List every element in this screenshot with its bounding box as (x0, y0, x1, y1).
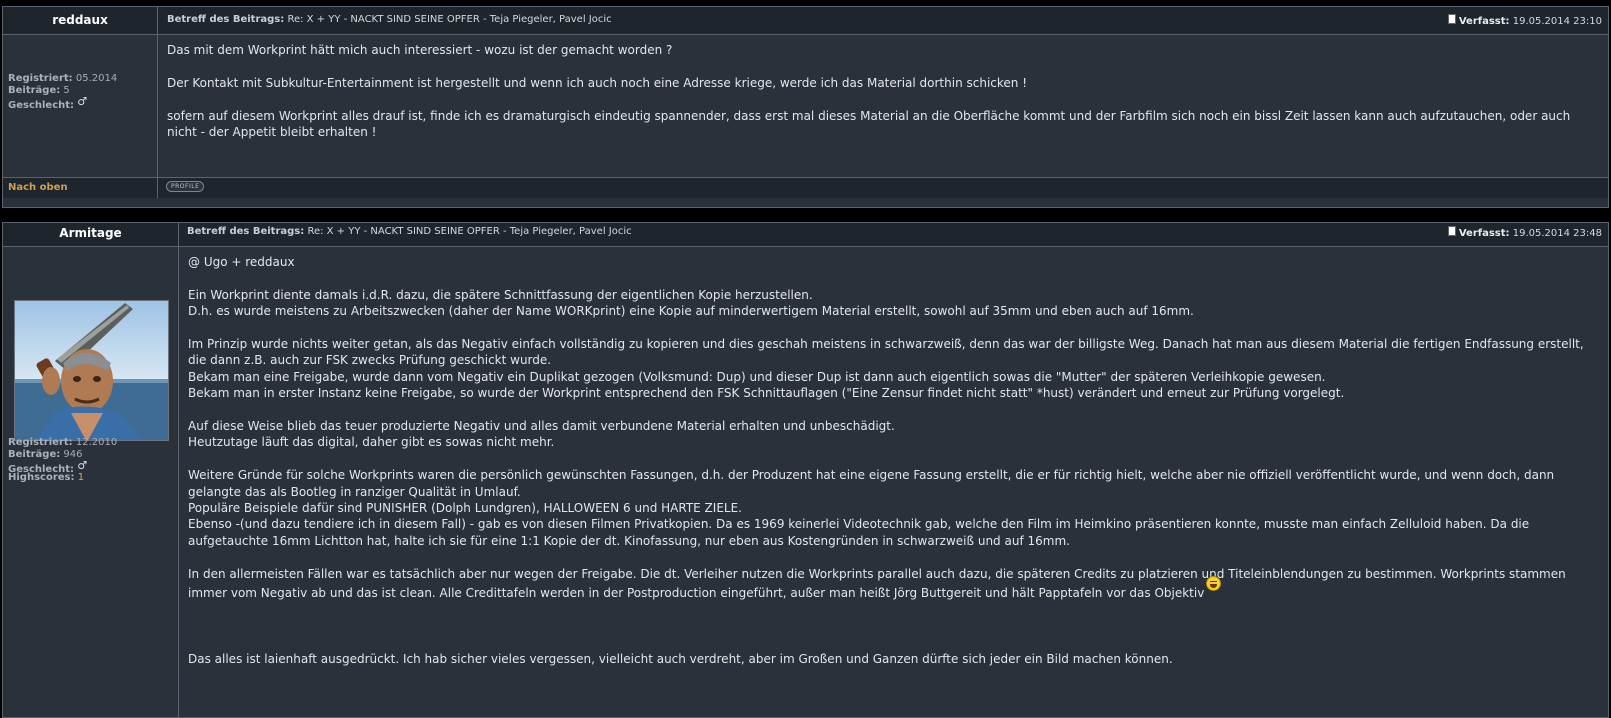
message-line: Auf diese Weise blieb das teuer produzie… (188, 419, 895, 434)
registered-value: 12.2010 (75, 437, 118, 448)
posts-count-label: Beiträge: (8, 449, 61, 460)
message-line: Populäre Beispiele dafür sind PUNISHER (… (188, 501, 742, 516)
post-header: reddaux Betreff des Beitrags: Re: X + YY… (3, 7, 1608, 35)
post-reddaux: reddaux Betreff des Beitrags: Re: X + YY… (2, 6, 1609, 208)
author-stats: Registriert: 05.2014 Beiträge: 5 Geschle… (8, 73, 117, 112)
message-line: @ Ugo + reddaux (188, 255, 295, 269)
post-armitage: Armitage Betreff des Beitrags: Re: X + Y… (2, 222, 1609, 718)
gender-male-icon: ♂ (77, 95, 88, 108)
post-header: Armitage Betreff des Beitrags: Re: X + Y… (3, 223, 1608, 247)
message-line: Ebenso -(und dazu tendiere ich in diesem… (188, 517, 1530, 548)
message-line: D.h. es wurde meistens zu Arbeitszwecken… (188, 304, 1194, 319)
subject-label: Betreff des Beitrags: (167, 14, 285, 25)
subject-text[interactable]: Re: X + YY - NACKT SIND SEINE OPFER - Te… (307, 226, 631, 237)
highscores-value[interactable]: 1 (78, 472, 84, 483)
message-line: Das mit dem Workprint hätt mich auch int… (167, 43, 673, 57)
author-cell: reddaux (3, 7, 158, 34)
registered-label: Registriert: (8, 437, 73, 448)
back-to-top-link[interactable]: Nach oben (8, 182, 68, 193)
author-profile: Registriert: 12.2010 Beiträge: 946 Gesch… (3, 246, 179, 717)
message-line: Ein Workprint diente damals i.d.R. dazu,… (188, 287, 813, 302)
author-cell: Armitage (3, 223, 179, 246)
gender-label: Geschlecht: (8, 100, 75, 111)
post-subject: Betreff des Beitrags: Re: X + YY - NACKT… (167, 14, 612, 25)
post-date: Verfasst: 19.05.2014 23:48 (1447, 226, 1602, 239)
highscores-label: Highscores: (8, 472, 75, 483)
post-footer: Nach oben PROFILE (3, 177, 1608, 198)
post-body-row: Registriert: 05.2014 Beiträge: 5 Geschle… (3, 34, 1608, 177)
registered-value: 05.2014 (75, 73, 118, 84)
message-line: sofern auf diesem Workprint alles drauf … (167, 108, 1571, 139)
posted-date: 19.05.2014 23:10 (1512, 16, 1602, 27)
message-line: Bekam man in erster Instanz keine Freiga… (188, 386, 1345, 401)
author-name[interactable]: reddaux (3, 13, 157, 27)
posted-date: 19.05.2014 23:48 (1512, 228, 1602, 239)
message-line: Der Kontakt mit Subkultur-Entertainment … (167, 75, 1028, 90)
author-name[interactable]: Armitage (3, 226, 178, 240)
laughing-smiley-icon (1206, 576, 1222, 592)
message-line: Im Prinzip wurde nichts weiter getan, al… (188, 337, 1584, 368)
message-line: Das alles ist laienhaft ausgedrückt. Ich… (188, 651, 1173, 666)
gender-male-icon: ♂ (77, 459, 88, 472)
message-line: In den allermeisten Fällen war es tatsäc… (188, 566, 1588, 602)
profile-button[interactable]: PROFILE (166, 181, 205, 192)
post-message: @ Ugo + reddaux Ein Workprint diente dam… (188, 254, 1588, 667)
footer-left: Nach oben (3, 178, 158, 198)
posts-count-label: Beiträge: (8, 85, 61, 96)
posted-label: Verfasst: (1458, 16, 1510, 27)
subject-text[interactable]: Re: X + YY - NACKT SIND SEINE OPFER - Te… (287, 14, 611, 25)
message-line: Heutzutage läuft das digital, daher gibt… (188, 435, 555, 450)
posted-label: Verfasst: (1458, 228, 1510, 239)
subject-label: Betreff des Beitrags: (187, 226, 305, 237)
post-message: Das mit dem Workprint hätt mich auch int… (167, 42, 1597, 140)
message-line: Weitere Gründe für solche Workprints war… (188, 468, 1555, 499)
posts-count-value: 5 (63, 85, 70, 96)
message-line: Bekam man eine Freigabe, wurde dann vom … (188, 369, 1326, 384)
message-line-text: In den allermeisten Fällen war es tatsäc… (188, 566, 1566, 601)
author-stats: Registriert: 12.2010 Beiträge: 946 Gesch… (8, 437, 117, 484)
post-link-icon[interactable] (1447, 226, 1456, 236)
avatar[interactable] (14, 300, 169, 441)
post-body-row: Registriert: 12.2010 Beiträge: 946 Gesch… (3, 246, 1608, 717)
post-link-icon[interactable] (1447, 14, 1456, 24)
post-subject: Betreff des Beitrags: Re: X + YY - NACKT… (187, 226, 632, 237)
author-profile: Registriert: 05.2014 Beiträge: 5 Geschle… (3, 34, 158, 177)
post-date: Verfasst: 19.05.2014 23:10 (1447, 14, 1602, 27)
registered-label: Registriert: (8, 73, 73, 84)
